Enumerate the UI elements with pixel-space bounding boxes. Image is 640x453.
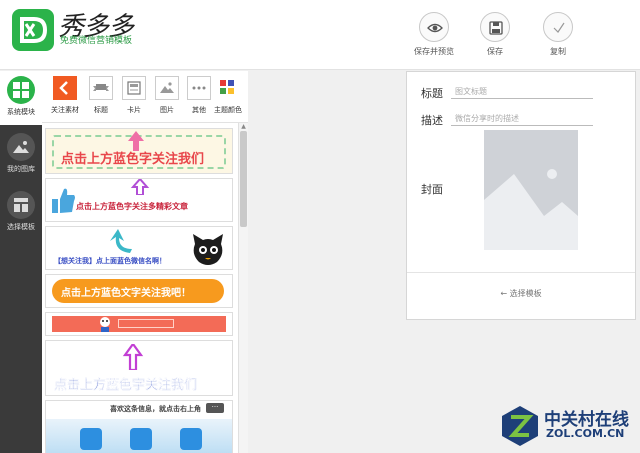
sidebar-label: 我的图库 (7, 165, 35, 173)
template-list-scrollbar[interactable]: ▲ (238, 123, 248, 453)
more-icon: ··· (206, 403, 224, 413)
module-toolbar: 关注素材 标题 卡片 图片 其他 主题颜色 (42, 71, 248, 123)
pointer-icon (130, 179, 150, 195)
title-input[interactable]: 图文标题 (451, 85, 593, 99)
scroll-thumb[interactable] (240, 131, 247, 227)
share-arrow-icon (59, 81, 68, 95)
curved-arrow-icon (110, 229, 132, 253)
template-text: 喜欢这条信息，就点击右上角 (110, 405, 201, 413)
brand-tagline: 免费微信营销模板 (60, 36, 133, 46)
logo (12, 9, 54, 51)
description-label: 描述 (421, 114, 443, 127)
sidebar: 系统模块 我的图库 选择模板 (0, 71, 42, 453)
cover-label: 封面 (421, 183, 443, 196)
module-label: 卡片 (127, 106, 141, 114)
save-preview-button[interactable]: 保存并预览 (404, 12, 464, 57)
eye-icon (427, 23, 443, 33)
sidebar-item-my-gallery[interactable]: 我的图库 (0, 133, 42, 174)
sidebar-item-choose-template[interactable]: 选择模板 (0, 191, 42, 232)
sidebar-label: 选择模板 (7, 223, 35, 231)
thumbs-up-icon (52, 188, 75, 213)
watermark: 中关村在线 ZOL.COM.CN (500, 402, 638, 450)
article-settings-panel: 标题 图文标题 描述 微信分享时的描述 封面 ← 选择模板 (406, 71, 636, 320)
contact-icon (180, 428, 202, 450)
moments-icon (130, 428, 152, 450)
copy-label: 复制 (550, 47, 566, 56)
grid-icon (13, 82, 29, 98)
title-label: 标题 (421, 87, 443, 100)
sidebar-item-system-modules[interactable]: 系统模块 (0, 71, 42, 125)
check-icon (553, 22, 565, 33)
module-theme-color[interactable]: 主题颜色 (211, 76, 245, 115)
template-card[interactable]: 【想关注我】点上面蓝色微信名啊！ (45, 226, 233, 270)
template-card[interactable]: 点击上方蓝色字关注我们 (45, 128, 233, 174)
zol-logo-icon (502, 406, 538, 446)
choose-template-link[interactable]: ← 选择模板 (407, 272, 635, 320)
save-label: 保存 (487, 47, 503, 56)
module-card[interactable]: 卡片 (117, 76, 151, 115)
template-text: 点击上方蓝色字关注我们 (54, 378, 198, 393)
template-card[interactable]: 点击上方蓝色文字关注我吧！ (45, 274, 233, 308)
template-card[interactable]: 喜欢这条信息，就点击右上角 ··· (45, 400, 233, 453)
save-preview-label: 保存并预览 (414, 47, 454, 56)
template-text: 点击上方蓝色字关注我们 (61, 152, 205, 167)
save-button[interactable]: 保存 (465, 12, 525, 57)
template-text: 点击上方蓝色文字关注我吧！ (61, 288, 191, 299)
more-dots-icon (192, 86, 206, 90)
module-title[interactable]: 标题 (84, 76, 118, 115)
app-window: 秀多多 免费微信营销模板 保存并预览 保存 复制 系统模块 我的图库 选择模板 … (0, 0, 640, 453)
module-label: 关注素材 (51, 106, 79, 114)
description-input[interactable]: 微信分享时的描述 (451, 112, 593, 126)
template-text: 点击上方蓝色字关注多精彩文章 (76, 202, 188, 211)
cat-mascot-icon (193, 234, 223, 265)
cover-image-placeholder[interactable] (484, 130, 578, 250)
module-follow-material[interactable]: 关注素材 (48, 76, 82, 115)
image-icon (13, 141, 29, 153)
template-card[interactable]: 点击上方蓝色字关注我们 (45, 340, 233, 396)
module-label: 主题颜色 (214, 106, 242, 114)
card-icon (127, 81, 141, 95)
module-picture[interactable]: 图片 (150, 76, 184, 115)
image-placeholder-icon (484, 169, 578, 250)
share-icon (80, 428, 102, 450)
watermark-line2: ZOL.COM.CN (546, 427, 625, 440)
ribbon-icon (93, 84, 109, 91)
template-text: 【想关注我】点上面蓝色微信名啊！ (54, 257, 166, 265)
template-list: 点击上方蓝色字关注我们 点击上方蓝色字关注多精彩文章 【想关注我】点上面蓝色微信… (42, 123, 238, 453)
pointer-icon (122, 344, 144, 370)
sidebar-label: 系统模块 (7, 108, 35, 116)
module-label: 标题 (94, 106, 108, 114)
template-card[interactable]: 点击上方蓝色字关注多精彩文章 (45, 178, 233, 222)
template-card[interactable] (45, 312, 233, 336)
palette-icon (220, 80, 234, 94)
save-icon (489, 21, 503, 35)
header: 秀多多 免费微信营销模板 保存并预览 保存 复制 (0, 0, 640, 70)
module-label: 图片 (160, 106, 174, 114)
template-icon (14, 198, 28, 212)
scroll-up-icon[interactable]: ▲ (240, 124, 247, 130)
picture-icon (160, 82, 174, 93)
copy-button[interactable]: 复制 (528, 12, 588, 57)
mascot-icon (100, 317, 110, 332)
